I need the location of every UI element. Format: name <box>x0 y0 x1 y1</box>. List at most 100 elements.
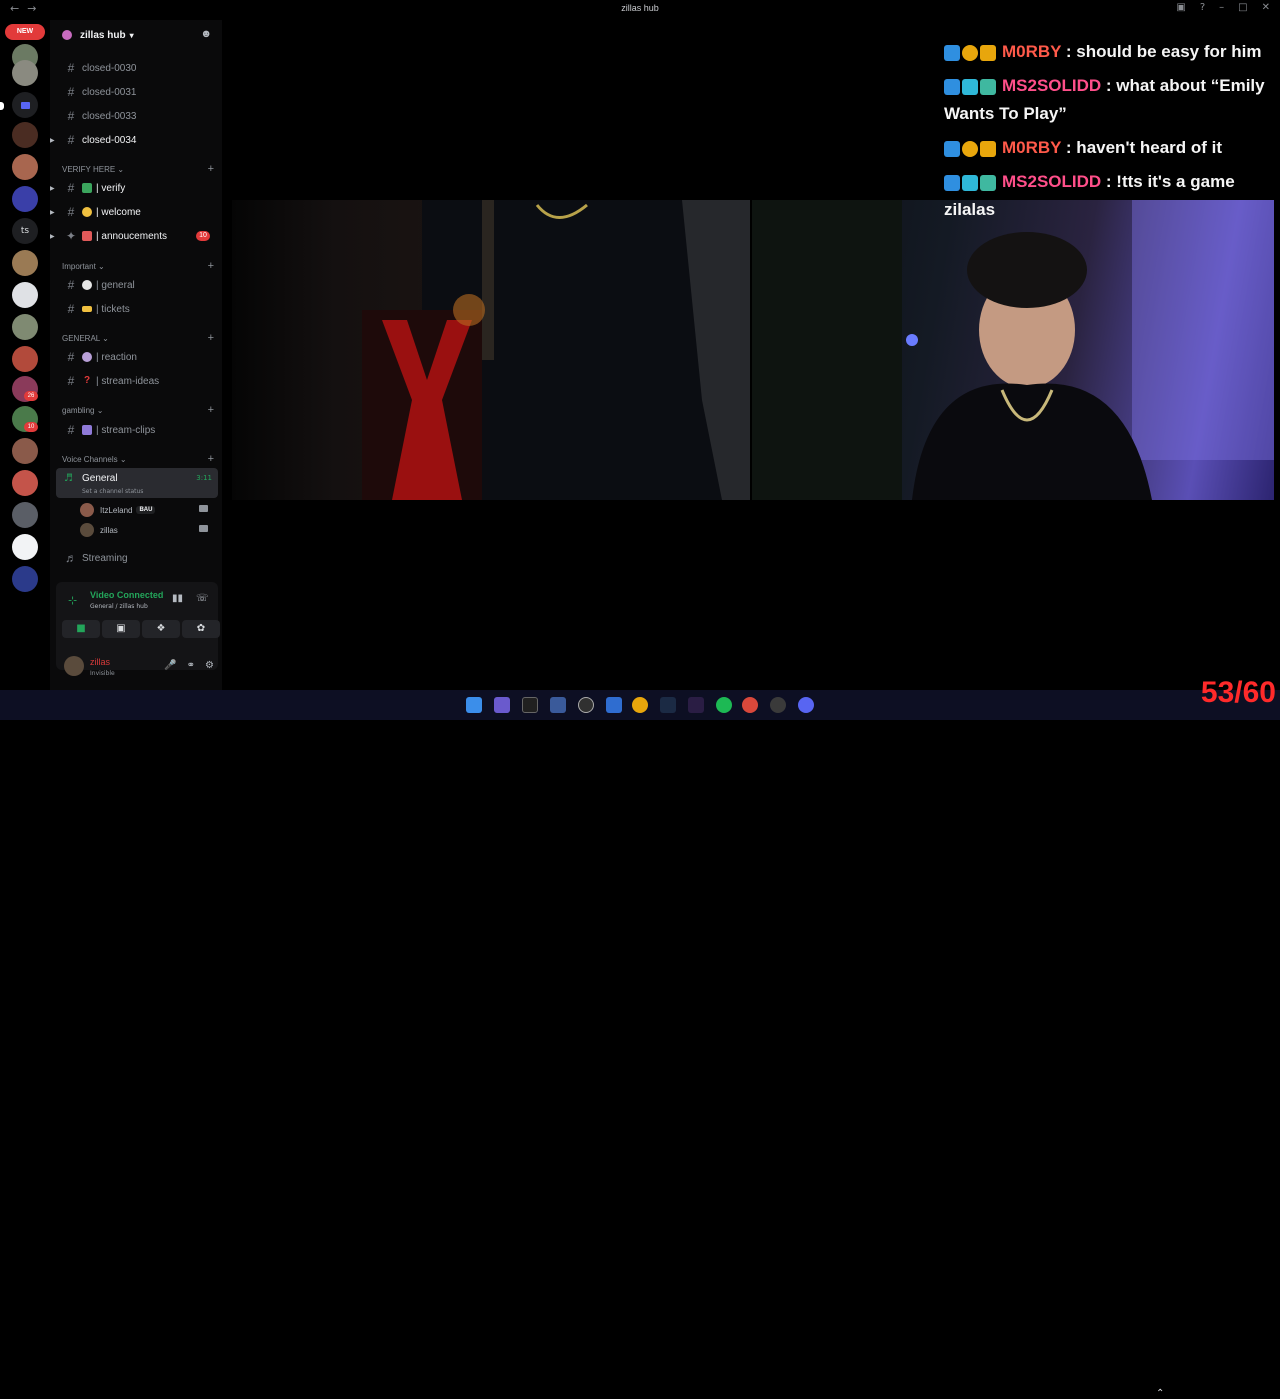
badge-icon <box>980 175 996 192</box>
channel-closed-0034[interactable]: ▶ # closed-0034 <box>50 130 218 150</box>
video-tile-zillas[interactable] <box>752 200 1274 500</box>
video-tile-itzleland[interactable] <box>232 200 750 500</box>
avatar[interactable] <box>64 656 84 676</box>
help-icon[interactable]: ? <box>1200 2 1205 13</box>
channel-general[interactable]: # | general <box>58 275 218 295</box>
server-icon[interactable] <box>12 438 38 464</box>
apps-icon[interactable] <box>494 697 510 713</box>
close-icon[interactable]: ✕ <box>1262 2 1270 13</box>
add-channel-icon[interactable]: + <box>208 332 214 344</box>
folder-icon[interactable] <box>12 92 38 118</box>
server-ts[interactable]: ts <box>12 218 38 244</box>
chat-text: : what about “Emily <box>1101 76 1265 95</box>
server-icon[interactable] <box>12 566 38 592</box>
spotify-icon[interactable] <box>716 697 732 713</box>
category-general[interactable]: GENERAL ⌄ + <box>62 332 214 348</box>
activities-button[interactable]: ❖ <box>142 620 180 638</box>
app-icon[interactable] <box>550 697 566 713</box>
soundboard-button[interactable]: ✿ <box>182 620 220 638</box>
category-important[interactable]: Important ⌄ + <box>62 260 214 276</box>
server-icon[interactable] <box>12 154 38 180</box>
chrome-icon[interactable] <box>742 697 758 713</box>
disconnect-icon[interactable]: ☏ <box>196 593 209 604</box>
channel-reaction[interactable]: # | reaction <box>58 347 218 367</box>
category-label: Important <box>62 262 96 271</box>
server-icon[interactable] <box>12 282 38 308</box>
channel-verify[interactable]: ▶ # | verify <box>50 178 218 198</box>
voice-user[interactable]: zillas <box>80 521 212 539</box>
category-verify[interactable]: VERIFY HERE ⌄ + <box>62 163 214 179</box>
crown-icon <box>980 141 996 158</box>
badge-icon <box>962 45 978 62</box>
channel-status-hint[interactable]: Set a channel status <box>82 488 143 495</box>
category-label: GENERAL <box>62 334 100 343</box>
channel-sidebar: zillas hub ▾ ☻ # closed-0030 # closed-0031… <box>50 20 222 690</box>
channel-label: closed-0033 <box>82 110 137 122</box>
chat-text: : !tts it's a game <box>1101 172 1235 191</box>
add-channel-icon[interactable]: + <box>208 163 214 175</box>
screen-share-button[interactable]: ▣ <box>102 620 140 638</box>
obs-icon[interactable] <box>578 697 594 713</box>
chat-username: MS2SOLIDD <box>1002 172 1102 191</box>
server-badge: 10 <box>24 422 38 432</box>
maximize-icon[interactable]: □ <box>1238 2 1247 13</box>
channel-announcements[interactable]: ▶ ✦ | annoucements 10 <box>50 226 218 246</box>
camera-button[interactable]: ■ <box>62 620 100 638</box>
category-gambling[interactable]: gambling ⌄ + <box>62 404 214 420</box>
start-icon[interactable] <box>466 697 482 713</box>
guild-header[interactable]: zillas hub ▾ ☻ <box>50 20 222 50</box>
alert-icon <box>82 231 92 241</box>
voice-connected-title: Video Connected <box>90 590 164 600</box>
hash-icon: # <box>67 133 75 147</box>
server-icon[interactable] <box>12 470 38 496</box>
server-icon[interactable] <box>12 314 38 340</box>
chevron-up-icon[interactable]: ⌃ <box>1156 1388 1164 1399</box>
steam-icon[interactable] <box>660 697 676 713</box>
media-icon[interactable] <box>770 697 786 713</box>
channel-closed-0030[interactable]: # closed-0030 <box>58 58 218 78</box>
add-channel-icon[interactable]: + <box>208 404 214 416</box>
add-user-icon[interactable]: ☻ <box>200 28 212 40</box>
voice-channel-general[interactable]: ♬ General 3:11 Set a channel status <box>56 468 218 498</box>
signal-icon[interactable]: ⊹ <box>68 594 77 607</box>
channel-stream-ideas[interactable]: #? | stream-ideas <box>58 371 218 391</box>
gear-icon[interactable]: ⚙ <box>205 660 214 671</box>
server-icon[interactable] <box>12 186 38 212</box>
channel-tickets[interactable]: # | tickets <box>58 299 218 319</box>
category-voice[interactable]: Voice Channels ⌄ + <box>62 453 214 469</box>
add-channel-icon[interactable]: + <box>208 453 214 465</box>
stream-chat-overlay: M0RBY : should be easy for him MS2SOLIDD… <box>940 30 1280 240</box>
voice-user[interactable]: ItzLeland BAU <box>80 501 212 519</box>
server-icon[interactable] <box>12 534 38 560</box>
voice-channel-streaming[interactable]: ♬ Streaming <box>58 548 218 568</box>
caret-right-icon: ▶ <box>50 210 55 216</box>
server-icon[interactable] <box>12 346 38 372</box>
window-controls[interactable]: ▣ ? – □ ✕ <box>1176 2 1270 13</box>
discord-icon[interactable] <box>798 697 814 713</box>
microphone-icon[interactable]: 🎤 <box>164 660 176 671</box>
hash-icon: # <box>67 85 75 99</box>
channel-stream-clips[interactable]: # | stream-clips <box>58 420 218 440</box>
chrome-icon[interactable] <box>632 697 648 713</box>
inbox-icon[interactable]: ▣ <box>1176 2 1185 13</box>
server-icon[interactable] <box>12 502 38 528</box>
noise-suppression-icon[interactable]: ▮▮ <box>172 593 183 604</box>
minimize-icon[interactable]: – <box>1219 2 1224 13</box>
add-channel-icon[interactable]: + <box>208 260 214 272</box>
channel-label: Streaming <box>82 552 128 564</box>
megaphone-icon: ✦ <box>65 229 77 243</box>
app-icon[interactable] <box>688 697 704 713</box>
headphones-icon[interactable]: ⚭ <box>187 660 195 671</box>
voice-connected-subtitle[interactable]: General / zillas hub <box>90 603 148 610</box>
channel-closed-0031[interactable]: # closed-0031 <box>58 82 218 102</box>
app-icon[interactable] <box>522 697 538 713</box>
channel-closed-0033[interactable]: # closed-0033 <box>58 106 218 126</box>
camera-icon <box>199 525 208 532</box>
channel-welcome[interactable]: ▶ # | welcome <box>50 202 218 222</box>
server-icon[interactable] <box>12 122 38 148</box>
new-badge[interactable]: NEW <box>5 24 45 40</box>
server-icon[interactable] <box>12 250 38 276</box>
server-icon[interactable] <box>12 60 38 86</box>
vscode-icon[interactable] <box>606 697 622 713</box>
speaker-icon: ♬ <box>65 551 77 565</box>
